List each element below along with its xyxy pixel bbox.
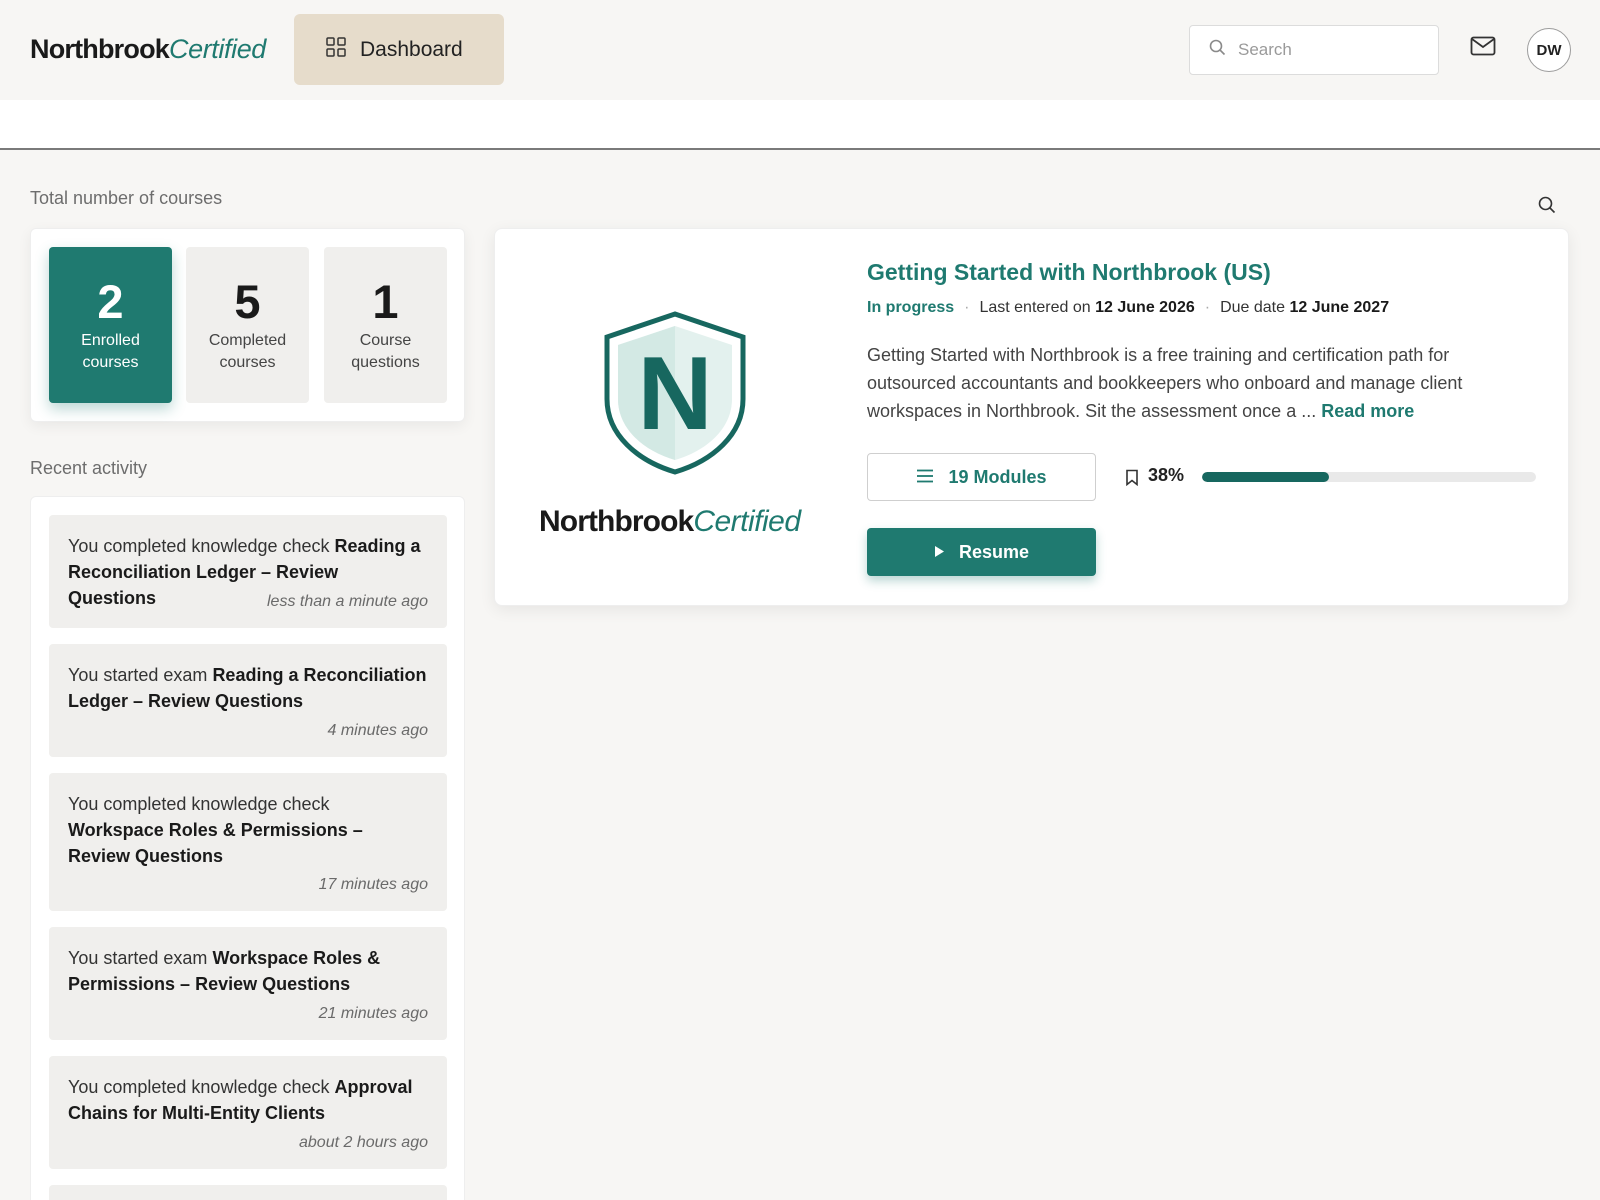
logo-main-text: Northbrook bbox=[539, 505, 694, 538]
activity-item[interactable] bbox=[49, 1185, 447, 1200]
dashboard-label: Dashboard bbox=[360, 37, 463, 61]
progress-percent-label: 38% bbox=[1148, 465, 1185, 485]
activity-prefix: You completed knowledge check bbox=[68, 794, 330, 814]
stat-completed-courses[interactable]: 5 Completed courses bbox=[186, 247, 309, 403]
stat-value: 1 bbox=[372, 275, 399, 328]
stat-caption-line2: courses bbox=[82, 354, 139, 371]
shield-letter: N bbox=[637, 336, 712, 452]
dashboard-button[interactable]: Dashboard bbox=[294, 14, 504, 85]
meta-separator: · bbox=[1204, 299, 1211, 316]
bookmark-icon[interactable] bbox=[1125, 469, 1139, 487]
due-date-label: Due date bbox=[1220, 299, 1286, 316]
stats-section-label: Total number of courses bbox=[30, 188, 223, 208]
activity-text: You started exam Reading a Reconciliatio… bbox=[68, 662, 428, 714]
modules-label: 19 Modules bbox=[948, 466, 1047, 487]
northbrook-certified-logo[interactable]: NorthbrookCertified bbox=[30, 34, 266, 65]
activity-time: 21 minutes ago bbox=[318, 1005, 428, 1022]
read-more-link[interactable]: Read more bbox=[1321, 401, 1414, 421]
stat-caption-line2: courses bbox=[219, 354, 276, 371]
stat-caption-line1: Course bbox=[359, 332, 412, 349]
resume-button[interactable]: Resume bbox=[867, 528, 1096, 576]
last-entered-label: Last entered on bbox=[979, 299, 1091, 316]
stat-value: 2 bbox=[97, 275, 124, 328]
activity-time: about 2 hours ago bbox=[299, 1134, 428, 1151]
progress-bar bbox=[1202, 472, 1536, 482]
activity-text: You started exam Workspace Roles & Permi… bbox=[68, 945, 428, 997]
activity-time: 4 minutes ago bbox=[327, 722, 428, 739]
activity-time: 17 minutes ago bbox=[318, 876, 428, 893]
activity-section-label: Recent activity bbox=[30, 458, 148, 478]
activity-item[interactable]: You completed knowledge check Reading a … bbox=[49, 515, 447, 628]
stat-caption-line2: questions bbox=[351, 354, 420, 371]
stat-enrolled-courses[interactable]: 2 Enrolled courses bbox=[49, 247, 172, 403]
stat-course-questions[interactable]: 1 Course questions bbox=[324, 247, 447, 403]
recent-activity-panel: You completed knowledge check Reading a … bbox=[30, 496, 465, 1200]
stat-value: 5 bbox=[234, 275, 261, 328]
activity-prefix: You completed knowledge check bbox=[68, 536, 330, 556]
activity-item[interactable]: You started exam Workspace Roles & Permi… bbox=[49, 927, 447, 1040]
course-stats-panel: 2 Enrolled courses 5 Completed courses 1… bbox=[30, 228, 465, 422]
course-description: Getting Started with Northbrook is a fre… bbox=[867, 341, 1487, 425]
mail-icon[interactable] bbox=[1470, 36, 1498, 62]
meta-separator: · bbox=[964, 299, 970, 316]
search-icon bbox=[1209, 39, 1226, 61]
logo-accent-text: Certified bbox=[693, 505, 801, 538]
resume-label: Resume bbox=[958, 541, 1030, 562]
status-badge: In progress bbox=[867, 299, 955, 316]
activity-text: You completed knowledge check Workspace … bbox=[68, 791, 428, 869]
activity-item[interactable]: You completed knowledge check Approval C… bbox=[49, 1056, 447, 1169]
activity-text: You completed knowledge check Approval C… bbox=[68, 1074, 428, 1126]
header-divider-bar bbox=[0, 100, 1600, 150]
search-box[interactable] bbox=[1189, 25, 1439, 75]
search-input[interactable] bbox=[1238, 40, 1428, 60]
top-navigation-bar: NorthbrookCertified Dashboard DW bbox=[0, 0, 1600, 100]
course-brand-logo: NorthbrookCertified bbox=[539, 505, 801, 539]
list-icon bbox=[916, 467, 934, 488]
course-title[interactable]: Getting Started with Northbrook (US) bbox=[867, 259, 1271, 286]
logo-accent-text: Certified bbox=[168, 34, 266, 64]
stat-caption-line1: Completed bbox=[208, 332, 287, 349]
progress-bar-fill bbox=[1202, 472, 1329, 482]
search-icon[interactable] bbox=[1538, 196, 1558, 216]
stat-caption-line1: Enrolled bbox=[81, 332, 140, 349]
activity-prefix: You started exam bbox=[68, 665, 208, 685]
due-date-value: 12 June 2027 bbox=[1289, 299, 1390, 316]
last-entered-date: 12 June 2026 bbox=[1095, 299, 1195, 316]
activity-item[interactable]: You completed knowledge check Workspace … bbox=[49, 773, 447, 911]
course-card: N NorthbrookCertified Getting Started wi… bbox=[494, 228, 1569, 606]
play-icon bbox=[934, 542, 945, 563]
logo-main-text: Northbrook bbox=[30, 34, 170, 64]
activity-title: Workspace Roles & Permissions – Review Q… bbox=[68, 820, 363, 866]
grid-icon bbox=[326, 37, 346, 62]
modules-button[interactable]: 19 Modules bbox=[867, 453, 1096, 501]
activity-prefix: You completed knowledge check bbox=[68, 1077, 330, 1097]
activity-item[interactable]: You started exam Reading a Reconciliatio… bbox=[49, 644, 447, 757]
activity-prefix: You started exam bbox=[68, 948, 208, 968]
user-avatar[interactable]: DW bbox=[1527, 28, 1571, 72]
shield-logo-icon: N bbox=[602, 311, 748, 475]
activity-time: less than a minute ago bbox=[267, 593, 428, 610]
course-meta: In progress · Last entered on 12 June 2026… bbox=[867, 299, 1389, 317]
